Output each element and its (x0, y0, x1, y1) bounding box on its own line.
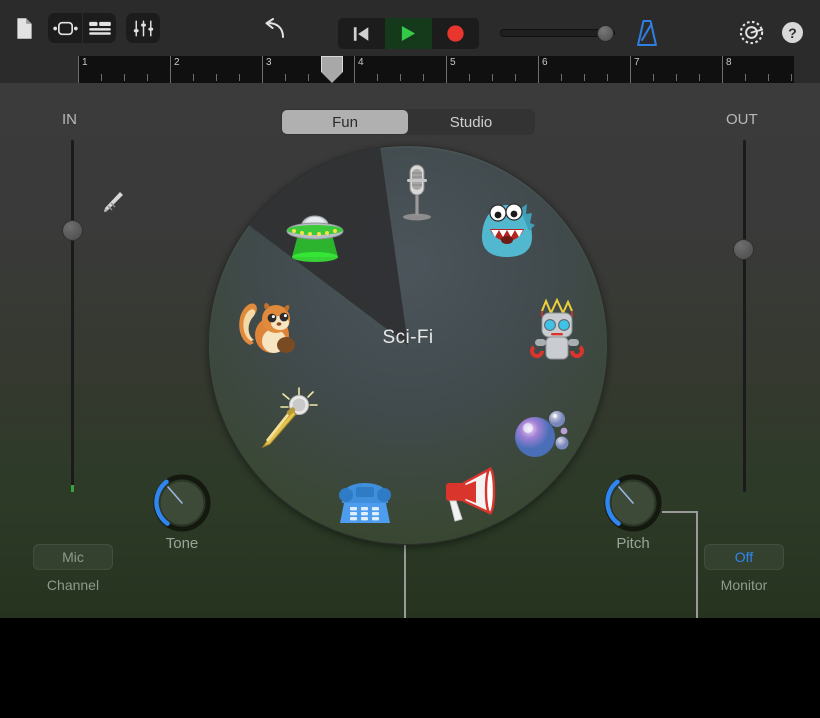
ruler-strip[interactable]: 1 2 3 4 5 6 7 8 (78, 56, 794, 83)
view-mode-group (48, 13, 116, 43)
output-volume-track[interactable] (743, 140, 746, 492)
cable-center (404, 543, 406, 618)
effect-gold-microphone[interactable] (254, 383, 328, 457)
timeline-ruler[interactable]: 12345678 + (0, 56, 820, 83)
ruler-bar-line (538, 56, 539, 83)
ruler-tick (515, 74, 516, 81)
gear-icon[interactable] (738, 19, 765, 47)
ruler-bar-line (170, 56, 171, 83)
ruler-tick (308, 74, 309, 81)
ruler-tick (285, 74, 286, 81)
ruler-tick (423, 74, 424, 81)
ruler-tick (607, 74, 608, 81)
document-icon[interactable] (10, 13, 38, 43)
audio-plug-icon (98, 191, 124, 215)
playhead-tip (321, 72, 343, 83)
ruler-tick (101, 74, 102, 81)
ruler-bar-number: 7 (634, 57, 640, 68)
master-volume-knob[interactable] (597, 25, 614, 42)
undo-arrow-icon[interactable] (262, 18, 290, 42)
tone-knob[interactable]: Tone (152, 473, 212, 557)
effect-monster[interactable] (470, 193, 544, 267)
tab-studio[interactable]: Studio (408, 110, 534, 134)
cable-pitch-vertical (696, 511, 698, 618)
input-channel-caption: Channel (18, 577, 128, 593)
toolbar-left-group (10, 0, 160, 56)
tone-knob-dial[interactable] (152, 473, 212, 533)
cable-pitch-horizontal (662, 511, 698, 513)
playhead[interactable] (321, 56, 343, 83)
ruler-tick (147, 74, 148, 81)
ruler-bar-number: 5 (450, 57, 456, 68)
ruler-tick (745, 74, 746, 81)
input-level-meter (71, 485, 74, 492)
help-button[interactable]: ? (782, 22, 803, 43)
ruler-tick (216, 74, 217, 81)
ruler-bar-line (722, 56, 723, 83)
ruler-tick (377, 74, 378, 81)
effect-squirrel[interactable] (230, 289, 304, 363)
record-icon[interactable] (432, 18, 479, 49)
ruler-bar-number: 2 (174, 57, 180, 68)
mixer-sliders-icon[interactable] (126, 13, 160, 43)
toolbar: ? (0, 0, 820, 56)
ruler-bar-number: 6 (542, 57, 548, 68)
ruler-bar-line (354, 56, 355, 83)
effect-robot[interactable] (520, 293, 594, 367)
output-label: OUT (726, 111, 758, 128)
monitor-caption: Monitor (689, 577, 799, 593)
recorder-stage: Fun Studio IN Mic Channel OUT Off Monito… (0, 83, 820, 618)
master-volume-slider[interactable] (500, 25, 615, 41)
ruler-bar-line (446, 56, 447, 83)
ruler-tick (561, 74, 562, 81)
ruler-bar-number: 1 (82, 57, 88, 68)
effect-wheel[interactable]: Sci-Fi (208, 145, 608, 545)
input-label: IN (62, 111, 77, 128)
tone-knob-label: Tone (127, 535, 237, 552)
input-source-button[interactable]: Mic (33, 544, 113, 570)
ruler-tick (676, 74, 677, 81)
instrument-browser-icon[interactable] (48, 13, 82, 43)
effect-megaphone[interactable] (430, 457, 504, 531)
ruler-tick (699, 74, 700, 81)
ruler-tick (400, 74, 401, 81)
ruler-tick (791, 74, 792, 81)
effect-bubbles[interactable] (503, 395, 577, 469)
ruler-tick (768, 74, 769, 81)
input-volume-track[interactable] (71, 140, 74, 492)
metronome-icon[interactable] (634, 19, 660, 47)
ruler-tick (124, 74, 125, 81)
playhead-body (321, 56, 343, 72)
input-volume-knob[interactable] (62, 220, 83, 241)
ruler-tick (584, 74, 585, 81)
pitch-knob[interactable]: Pitch (603, 473, 663, 557)
tab-fun[interactable]: Fun (282, 110, 408, 134)
effect-ufo[interactable] (278, 195, 352, 269)
pitch-knob-dial[interactable] (603, 473, 663, 533)
track-view-icon[interactable] (82, 13, 116, 43)
transport-controls (338, 18, 479, 49)
app-root: ? 12345678 + Fun Studio IN (0, 0, 820, 718)
ruler-bar-line (262, 56, 263, 83)
ruler-tick (239, 74, 240, 81)
ruler-bar-number: 8 (726, 57, 732, 68)
ruler-tick (492, 74, 493, 81)
effect-microphone[interactable] (380, 157, 454, 231)
effect-telephone[interactable] (328, 461, 402, 535)
ruler-tick (193, 74, 194, 81)
play-icon[interactable] (385, 18, 432, 49)
ruler-tick (469, 74, 470, 81)
pitch-knob-label: Pitch (578, 535, 688, 552)
monitor-toggle-label: Off (735, 549, 753, 565)
ruler-bar-number: 3 (266, 57, 272, 68)
output-volume-knob[interactable] (733, 239, 754, 260)
ruler-bar-line (78, 56, 79, 83)
monitor-toggle-button[interactable]: Off (704, 544, 784, 570)
ruler-bar-line (630, 56, 631, 83)
mode-switch: Fun Studio (281, 109, 535, 135)
bottom-track-area (0, 618, 820, 718)
ruler-tick (653, 74, 654, 81)
rewind-to-start-icon[interactable] (338, 18, 385, 49)
ruler-bar-number: 4 (358, 57, 364, 68)
